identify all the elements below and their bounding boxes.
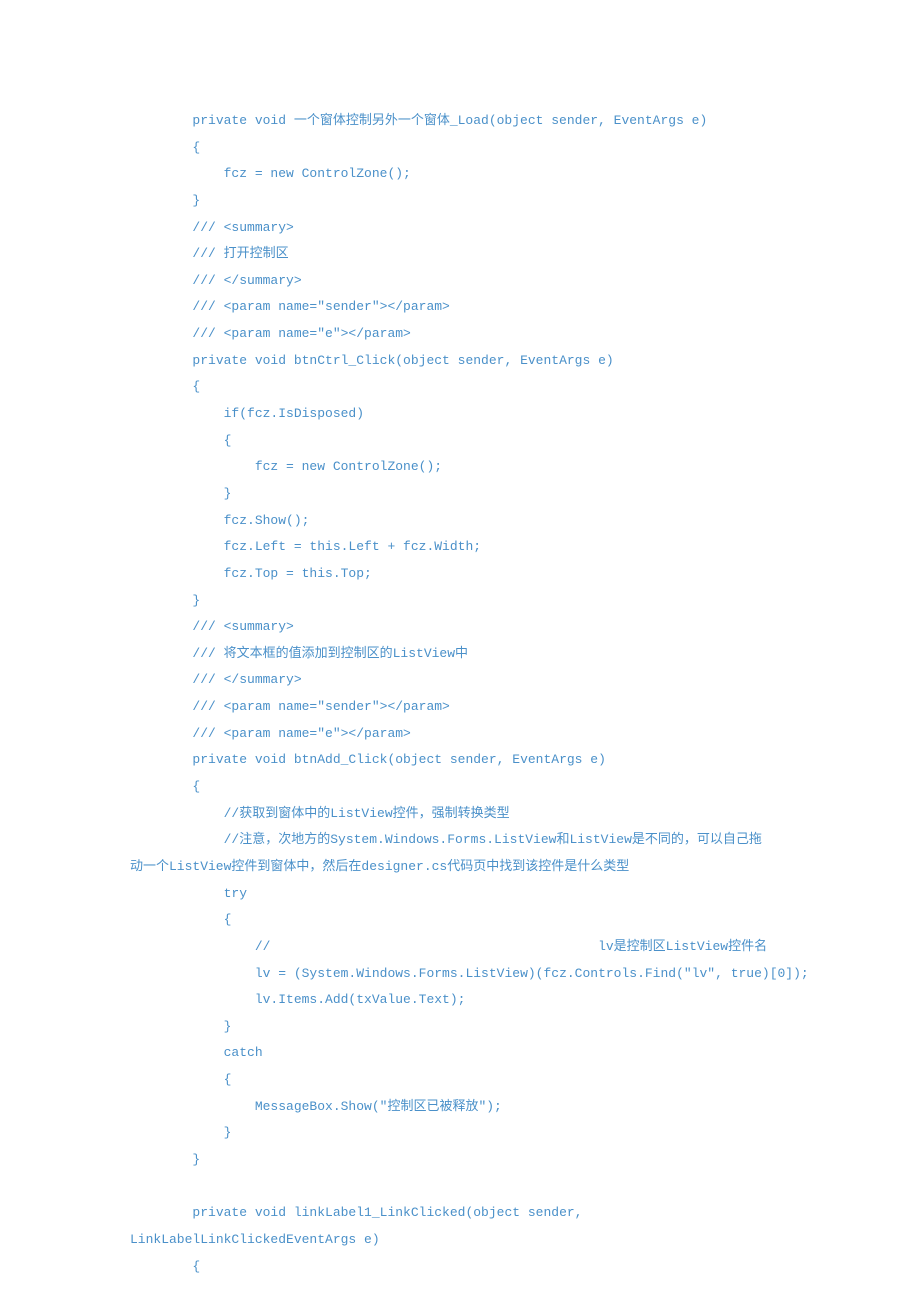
document-page: private void 一个窗体控制另外一个窗体_Load(object se… — [0, 0, 920, 1302]
code-line: lv.Items.Add(txValue.Text); — [130, 987, 790, 1014]
code-line: /// 打开控制区 — [130, 241, 790, 268]
code-line: lv = (System.Windows.Forms.ListView)(fcz… — [130, 961, 790, 988]
code-line: /// <summary> — [130, 614, 790, 641]
code-line: /// <param name="sender"></param> — [130, 294, 790, 321]
code-line: fcz = new ControlZone(); — [130, 161, 790, 188]
code-line: fcz = new ControlZone(); — [130, 454, 790, 481]
code-line: } — [130, 481, 790, 508]
code-line: /// <param name="e"></param> — [130, 321, 790, 348]
code-line: private void 一个窗体控制另外一个窗体_Load(object se… — [130, 108, 790, 135]
code-line: // lv是控制区ListView控件名 — [130, 934, 790, 961]
code-line: { — [130, 1254, 790, 1281]
code-line: 动一个ListView控件到窗体中，然后在designer.cs代码页中找到该控… — [130, 854, 790, 881]
code-line: { — [130, 774, 790, 801]
code-line: //获取到窗体中的ListView控件，强制转换类型 — [130, 801, 790, 828]
code-line: /// 将文本框的值添加到控制区的ListView中 — [130, 641, 790, 668]
code-line: /// <param name="sender"></param> — [130, 694, 790, 721]
code-line: MessageBox.Show("控制区已被释放"); — [130, 1094, 790, 1121]
code-line: /// </summary> — [130, 268, 790, 295]
code-line: /// <param name="e"></param> — [130, 721, 790, 748]
code-line: { — [130, 374, 790, 401]
code-line: } — [130, 588, 790, 615]
code-line: } — [130, 1120, 790, 1147]
code-line: } — [130, 1014, 790, 1041]
code-line: //注意，次地方的System.Windows.Forms.ListView和L… — [130, 827, 790, 854]
code-line: } — [130, 1147, 790, 1174]
code-line: { — [130, 1067, 790, 1094]
code-line: fcz.Top = this.Top; — [130, 561, 790, 588]
code-line: { — [130, 907, 790, 934]
code-line: LinkLabelLinkClickedEventArgs e) — [130, 1227, 790, 1254]
code-line: private void btnAdd_Click(object sender,… — [130, 747, 790, 774]
code-line: fcz.Left = this.Left + fcz.Width; — [130, 534, 790, 561]
code-line: if(fcz.IsDisposed) — [130, 401, 790, 428]
code-line: } — [130, 188, 790, 215]
code-line: /// </summary> — [130, 667, 790, 694]
code-line: { — [130, 135, 790, 162]
code-line — [130, 1174, 790, 1201]
code-line: private void linkLabel1_LinkClicked(obje… — [130, 1200, 790, 1227]
code-line: /// <summary> — [130, 215, 790, 242]
code-line: private void btnCtrl_Click(object sender… — [130, 348, 790, 375]
code-line: { — [130, 428, 790, 455]
code-line: try — [130, 881, 790, 908]
code-line: fcz.Show(); — [130, 508, 790, 535]
code-line: catch — [130, 1040, 790, 1067]
